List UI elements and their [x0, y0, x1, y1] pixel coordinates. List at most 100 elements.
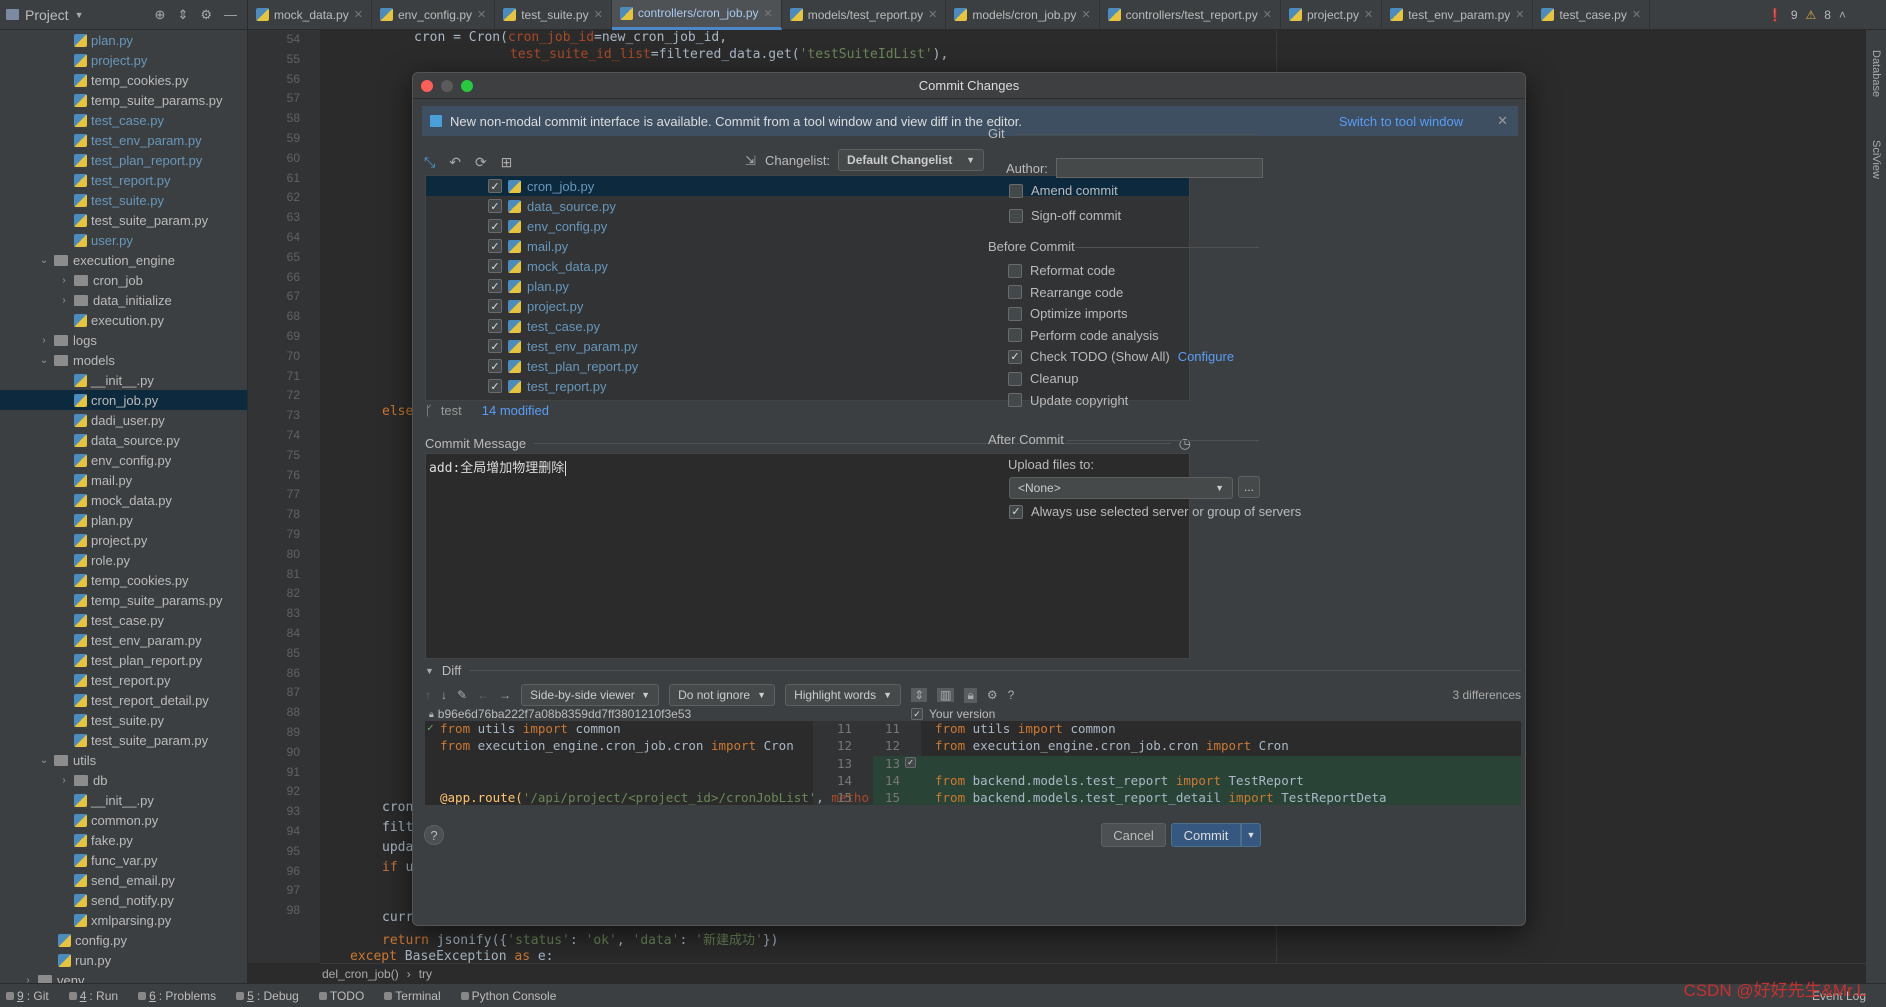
include-file-checkbox[interactable]: ✓ — [488, 279, 502, 293]
tab-models-test-report-py[interactable]: models/test_report.py ✕ — [782, 0, 947, 30]
tree-file[interactable]: test_plan_report.py — [0, 650, 247, 670]
tab-project-py[interactable]: project.py ✕ — [1281, 0, 1383, 30]
highlight-dropdown[interactable]: Highlight words ▼ — [785, 684, 902, 706]
close-tab-icon[interactable]: ✕ — [764, 7, 773, 20]
status-git[interactable]: 9: Git — [6, 989, 49, 1003]
minimize-window-button[interactable] — [441, 80, 453, 92]
status-run[interactable]: 4: Run — [68, 989, 118, 1003]
upload-server-dropdown[interactable]: <None> ▼ — [1009, 477, 1233, 499]
checkbox[interactable] — [1008, 285, 1022, 300]
tree-file[interactable]: mail.py — [0, 470, 247, 490]
tree-file[interactable]: test_suite_param.py — [0, 730, 247, 750]
tree-file[interactable]: role.py — [0, 550, 247, 570]
tree-file[interactable]: data_source.py — [0, 430, 247, 450]
chevron-right-icon[interactable]: › — [38, 335, 50, 346]
status-problems[interactable]: 6: Problems — [138, 989, 216, 1003]
tab-controllers-test-report-py[interactable]: controllers/test_report.py ✕ — [1100, 0, 1281, 30]
tree-file[interactable]: test_report.py — [0, 670, 247, 690]
tree-file[interactable]: config.py — [0, 930, 247, 950]
chevron-down-icon[interactable]: ⌄ — [38, 355, 50, 366]
include-file-checkbox[interactable]: ✓ — [488, 379, 502, 393]
inspections-widget[interactable]: ❗ 9 ⚠ 8 ˄ — [1758, 8, 1886, 22]
tree-file[interactable]: test_suite.py — [0, 190, 247, 210]
back-icon[interactable]: ← — [477, 688, 489, 702]
close-tab-icon[interactable]: ✕ — [477, 8, 486, 21]
modified-count-link[interactable]: 14 modified — [482, 403, 549, 418]
tab-models-cron-job-py[interactable]: models/cron_job.py ✕ — [946, 0, 1100, 30]
sync-scroll-icon[interactable]: ▥ — [937, 688, 955, 702]
tree-file[interactable]: test_plan_report.py — [0, 150, 247, 170]
tree-file[interactable]: env_config.py — [0, 450, 247, 470]
tree-folder[interactable]: › venv — [0, 970, 247, 983]
show-diff-icon[interactable]: ⤡ — [424, 154, 435, 171]
chevron-right-icon[interactable]: › — [58, 275, 70, 286]
tab-controllers-cron-job-py[interactable]: controllers/cron_job.py ✕ — [611, 0, 782, 30]
tree-file[interactable]: plan.py — [0, 30, 247, 50]
database-tool-button[interactable]: Database — [1870, 50, 1882, 97]
tree-file[interactable]: send_notify.py — [0, 890, 247, 910]
tab-env-config-py[interactable]: env_config.py ✕ — [372, 0, 496, 30]
status-python-console[interactable]: Python Console — [460, 989, 556, 1003]
lock-icon[interactable]: 🔒︎ — [964, 687, 977, 703]
breadcrumb-item[interactable]: del_cron_job() — [322, 967, 399, 981]
collapse-all-icon[interactable]: ⇲ — [745, 153, 756, 169]
previous-difference-icon[interactable]: ↑ — [425, 688, 431, 702]
tree-file[interactable]: test_suite_param.py — [0, 210, 247, 230]
include-file-checkbox[interactable]: ✓ — [488, 179, 502, 193]
tree-file[interactable]: xmlparsing.py — [0, 910, 247, 930]
history-icon[interactable]: ◷ — [1179, 435, 1191, 452]
close-window-button[interactable] — [421, 80, 433, 92]
chevron-down-icon[interactable]: ⌄ — [38, 755, 50, 766]
help-button[interactable]: ? — [424, 825, 444, 845]
tree-file[interactable]: test_env_param.py — [0, 130, 247, 150]
gear-icon[interactable]: ⚙ — [200, 7, 212, 23]
before-commit-checkbox-perform-code-analysis[interactable]: Perform code analysis — [1008, 328, 1159, 343]
amend-commit-checkbox[interactable]: Amend commit — [1009, 183, 1118, 198]
tree-file[interactable]: test_report.py — [0, 170, 247, 190]
include-file-checkbox[interactable]: ✓ — [488, 259, 502, 273]
tree-folder[interactable]: ⌄ execution_engine — [0, 250, 247, 270]
include-file-checkbox[interactable]: ✓ — [488, 359, 502, 373]
author-input[interactable] — [1055, 158, 1263, 178]
tree-file[interactable]: project.py — [0, 50, 247, 70]
tree-folder[interactable]: › db — [0, 770, 247, 790]
cancel-button[interactable]: Cancel — [1101, 823, 1166, 847]
chevron-up-icon[interactable]: ˄ — [1839, 8, 1846, 22]
tree-folder[interactable]: › cron_job — [0, 270, 247, 290]
tree-file[interactable]: test_suite.py — [0, 710, 247, 730]
diff-viewer[interactable]: from utils import common 11 from execution… — [425, 721, 1521, 805]
tree-folder[interactable]: ⌄ models — [0, 350, 247, 370]
before-commit-checkbox-rearrange-code[interactable]: Rearrange code — [1008, 285, 1123, 300]
tree-file[interactable]: mock_data.py — [0, 490, 247, 510]
breadcrumb-item[interactable]: try — [419, 967, 432, 981]
tab-test-case-py[interactable]: test_case.py ✕ — [1533, 0, 1651, 30]
switch-to-tool-window-link[interactable]: Switch to tool window — [1339, 114, 1463, 129]
status-debug[interactable]: 5: Debug — [236, 989, 299, 1003]
viewer-dropdown[interactable]: Side-by-side viewer ▼ — [521, 684, 660, 706]
close-tab-icon[interactable]: ✕ — [594, 8, 603, 21]
include-all-checkbox[interactable]: ✓ — [911, 708, 923, 720]
locate-icon[interactable]: ⊕ — [155, 7, 166, 23]
chevron-down-icon[interactable]: ▼ — [75, 10, 84, 20]
changelist-dropdown[interactable]: Default Changelist ▼ — [838, 149, 985, 171]
ignore-dropdown[interactable]: Do not ignore ▼ — [669, 684, 776, 706]
tree-file[interactable]: common.py — [0, 810, 247, 830]
status-terminal[interactable]: Terminal — [384, 989, 441, 1003]
browse-servers-button[interactable]: ... — [1238, 476, 1260, 498]
tree-file[interactable]: func_var.py — [0, 850, 247, 870]
configure-link[interactable]: Configure — [1178, 349, 1234, 364]
forward-icon[interactable]: → — [499, 688, 511, 702]
include-file-checkbox[interactable]: ✓ — [488, 339, 502, 353]
tree-file[interactable]: user.py — [0, 230, 247, 250]
tree-file[interactable]: temp_cookies.py — [0, 570, 247, 590]
close-icon[interactable]: ✕ — [1497, 113, 1508, 129]
tree-folder[interactable]: ⌄ utils — [0, 750, 247, 770]
before-commit-checkbox-update-copyright[interactable]: Update copyright — [1008, 393, 1128, 408]
hide-icon[interactable]: — — [224, 7, 237, 23]
chevron-right-icon[interactable]: › — [58, 775, 70, 786]
checkbox[interactable] — [1008, 393, 1022, 408]
tree-folder[interactable]: › data_initialize — [0, 290, 247, 310]
checkbox[interactable] — [1008, 328, 1022, 343]
tree-file[interactable]: test_case.py — [0, 110, 247, 130]
tab-test-suite-py[interactable]: test_suite.py ✕ — [495, 0, 612, 30]
